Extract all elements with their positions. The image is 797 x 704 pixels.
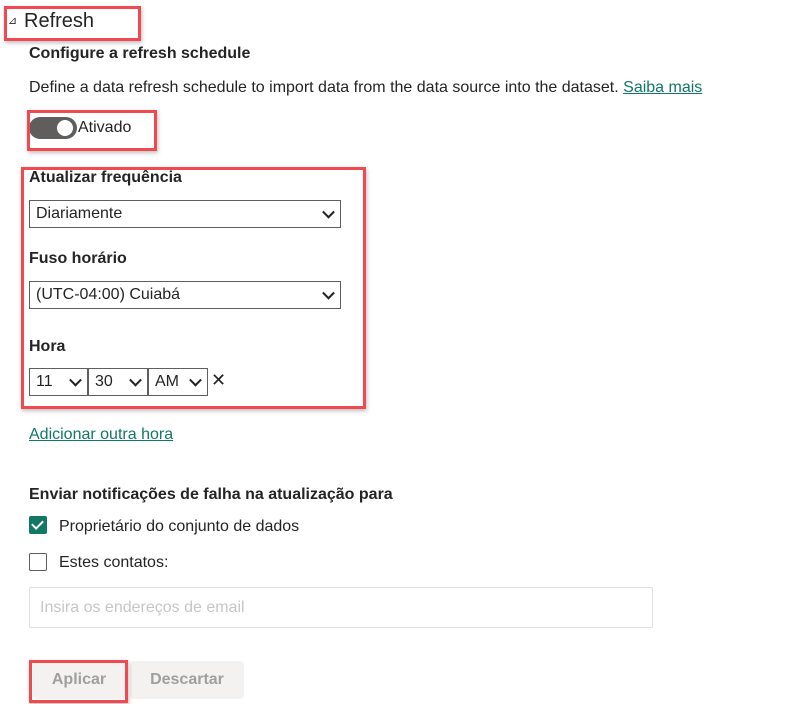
apply-button[interactable]: Aplicar (33, 661, 125, 699)
learn-more-link[interactable]: Saiba mais (623, 79, 702, 96)
timezone-value: (UTC-04:00) Cuiabá (36, 286, 181, 303)
description-text: Define a data refresh schedule to import… (29, 79, 619, 96)
frequency-label: Atualizar frequência (29, 169, 182, 186)
toggle-label: Ativado (78, 119, 132, 136)
toggle-knob (57, 120, 73, 136)
chevron-down-icon (322, 286, 335, 300)
frequency-select[interactable]: Diariamente (29, 200, 341, 228)
collapse-triangle-icon[interactable]: ⊿ (8, 14, 17, 27)
contacts-label: Estes contatos: (59, 554, 169, 571)
time-label: Hora (29, 338, 66, 355)
ampm-value: AM (155, 373, 179, 390)
chevron-down-icon (69, 373, 82, 387)
notifications-heading: Enviar notificações de falha na atualiza… (29, 486, 393, 503)
timezone-select[interactable]: (UTC-04:00) Cuiabá (29, 281, 341, 309)
ampm-select[interactable]: AM (148, 368, 208, 396)
section-title[interactable]: Refresh (24, 10, 94, 33)
chevron-down-icon (322, 205, 335, 219)
frequency-value: Diariamente (36, 205, 123, 222)
minute-select[interactable]: 30 (88, 368, 148, 396)
chevron-down-icon (129, 373, 142, 387)
refresh-toggle[interactable] (29, 117, 77, 139)
chevron-down-icon (189, 373, 202, 387)
email-input[interactable] (29, 587, 653, 628)
schedule-heading: Configure a refresh schedule (29, 45, 251, 62)
hour-select[interactable]: 11 (29, 368, 88, 396)
remove-time-close-icon[interactable]: ✕ (211, 370, 226, 391)
hour-value: 11 (36, 373, 53, 390)
owner-label: Proprietário do conjunto de dados (59, 518, 300, 535)
owner-checkbox[interactable] (29, 516, 47, 534)
schedule-description: Define a data refresh schedule to import… (29, 79, 702, 97)
checkmark-icon (31, 517, 44, 530)
contacts-checkbox[interactable] (29, 553, 47, 571)
timezone-label: Fuso horário (29, 250, 127, 267)
minute-value: 30 (95, 373, 113, 390)
discard-button[interactable]: Descartar (130, 661, 244, 699)
add-time-link[interactable]: Adicionar outra hora (29, 426, 173, 444)
